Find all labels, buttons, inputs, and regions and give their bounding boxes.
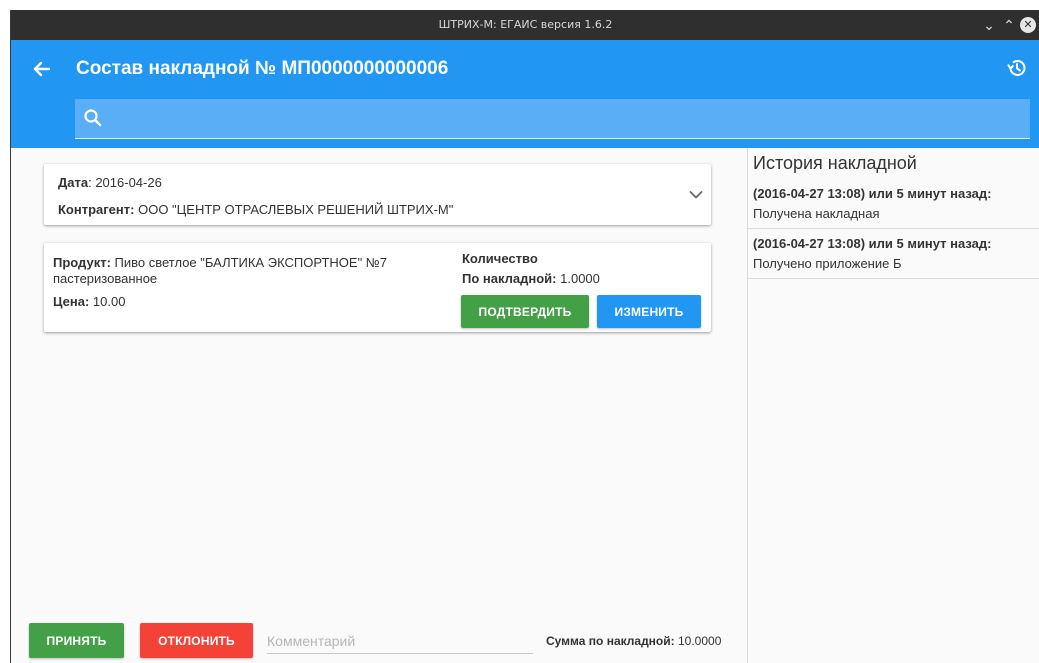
chevron-down-icon[interactable]	[688, 187, 704, 203]
back-arrow-icon[interactable]	[29, 56, 55, 82]
reject-button[interactable]: ОТКЛОНИТЬ	[140, 623, 253, 658]
app-window: ШТРИХ-М: ЕГАИС версия 1.6.2 ⌄ ⌃ ✕ Состав…	[10, 10, 1039, 663]
contractor-label: Контрагент:	[58, 202, 135, 217]
date-label: Дата	[58, 175, 89, 190]
invoice-header-card[interactable]: Дата: 2016-04-26 Контрагент: ООО "ЦЕНТР …	[44, 164, 711, 225]
date-value: 2016-04-26	[95, 175, 162, 190]
history-icon[interactable]	[1005, 56, 1029, 80]
accept-button[interactable]: ПРИНЯТЬ	[29, 623, 124, 658]
history-title: История накладной	[753, 153, 917, 173]
history-item: (2016-04-27 13:08) или 5 минут назад: По…	[748, 182, 1039, 229]
edit-button[interactable]: ИЗМЕНИТЬ	[597, 295, 701, 328]
history-event: Получена накладная	[753, 206, 880, 221]
quantity-invoice: По накладной: 1.0000	[462, 271, 600, 286]
confirm-button[interactable]: ПОДТВЕРДИТЬ	[461, 295, 589, 328]
product-card: Продукт: Пиво светлое "БАЛТИКА ЭКСПОРТНО…	[44, 243, 711, 332]
history-item: (2016-04-27 13:08) или 5 минут назад: По…	[748, 232, 1039, 279]
app-bar: Состав накладной № МП0000000000006	[11, 40, 1039, 148]
comment-input[interactable]	[267, 628, 533, 654]
contractor-value: ООО "ЦЕНТР ОТРАСЛЕВЫХ РЕШЕНИЙ ШТРИХ-М"	[138, 202, 454, 217]
product-price: Цена: 10.00	[53, 294, 125, 309]
maximize-icon[interactable]: ⌃	[999, 10, 1019, 40]
search-bar[interactable]	[75, 99, 1030, 139]
total-label: Сумма по накладной:	[546, 634, 675, 648]
price-label: Цена:	[53, 294, 90, 309]
invoice-content: Дата: 2016-04-26 Контрагент: ООО "ЦЕНТР …	[11, 148, 747, 663]
product-label: Продукт:	[53, 255, 111, 270]
history-time: (2016-04-27 13:08) или 5 минут назад:	[753, 186, 992, 201]
minimize-icon[interactable]: ⌄	[979, 10, 999, 40]
quantity-label: По накладной:	[462, 271, 557, 286]
invoice-contractor: Контрагент: ООО "ЦЕНТР ОТРАСЛЕВЫХ РЕШЕНИ…	[58, 202, 453, 217]
window-titlebar: ШТРИХ-М: ЕГАИС версия 1.6.2 ⌄ ⌃ ✕	[11, 10, 1039, 40]
page-title: Состав накладной № МП0000000000006	[76, 58, 449, 79]
price-value: 10.00	[92, 294, 126, 309]
invoice-date: Дата: 2016-04-26	[58, 175, 162, 190]
history-panel: История накладной (2016-04-27 13:08) или…	[748, 148, 1039, 663]
search-icon	[83, 108, 103, 128]
close-icon[interactable]: ✕	[1020, 17, 1036, 33]
invoice-total: Сумма по накладной: 10.0000	[546, 634, 721, 648]
history-event: Получено приложение Б	[753, 256, 902, 271]
quantity-value: 1.0000	[560, 271, 600, 286]
product-name: Продукт: Пиво светлое "БАЛТИКА ЭКСПОРТНО…	[53, 255, 453, 287]
window-title: ШТРИХ-М: ЕГАИС версия 1.6.2	[438, 18, 613, 31]
history-time: (2016-04-27 13:08) или 5 минут назад:	[753, 236, 992, 251]
search-input[interactable]	[111, 99, 1021, 139]
total-value: 10.0000	[677, 634, 722, 648]
quantity-title: Количество	[462, 251, 538, 266]
